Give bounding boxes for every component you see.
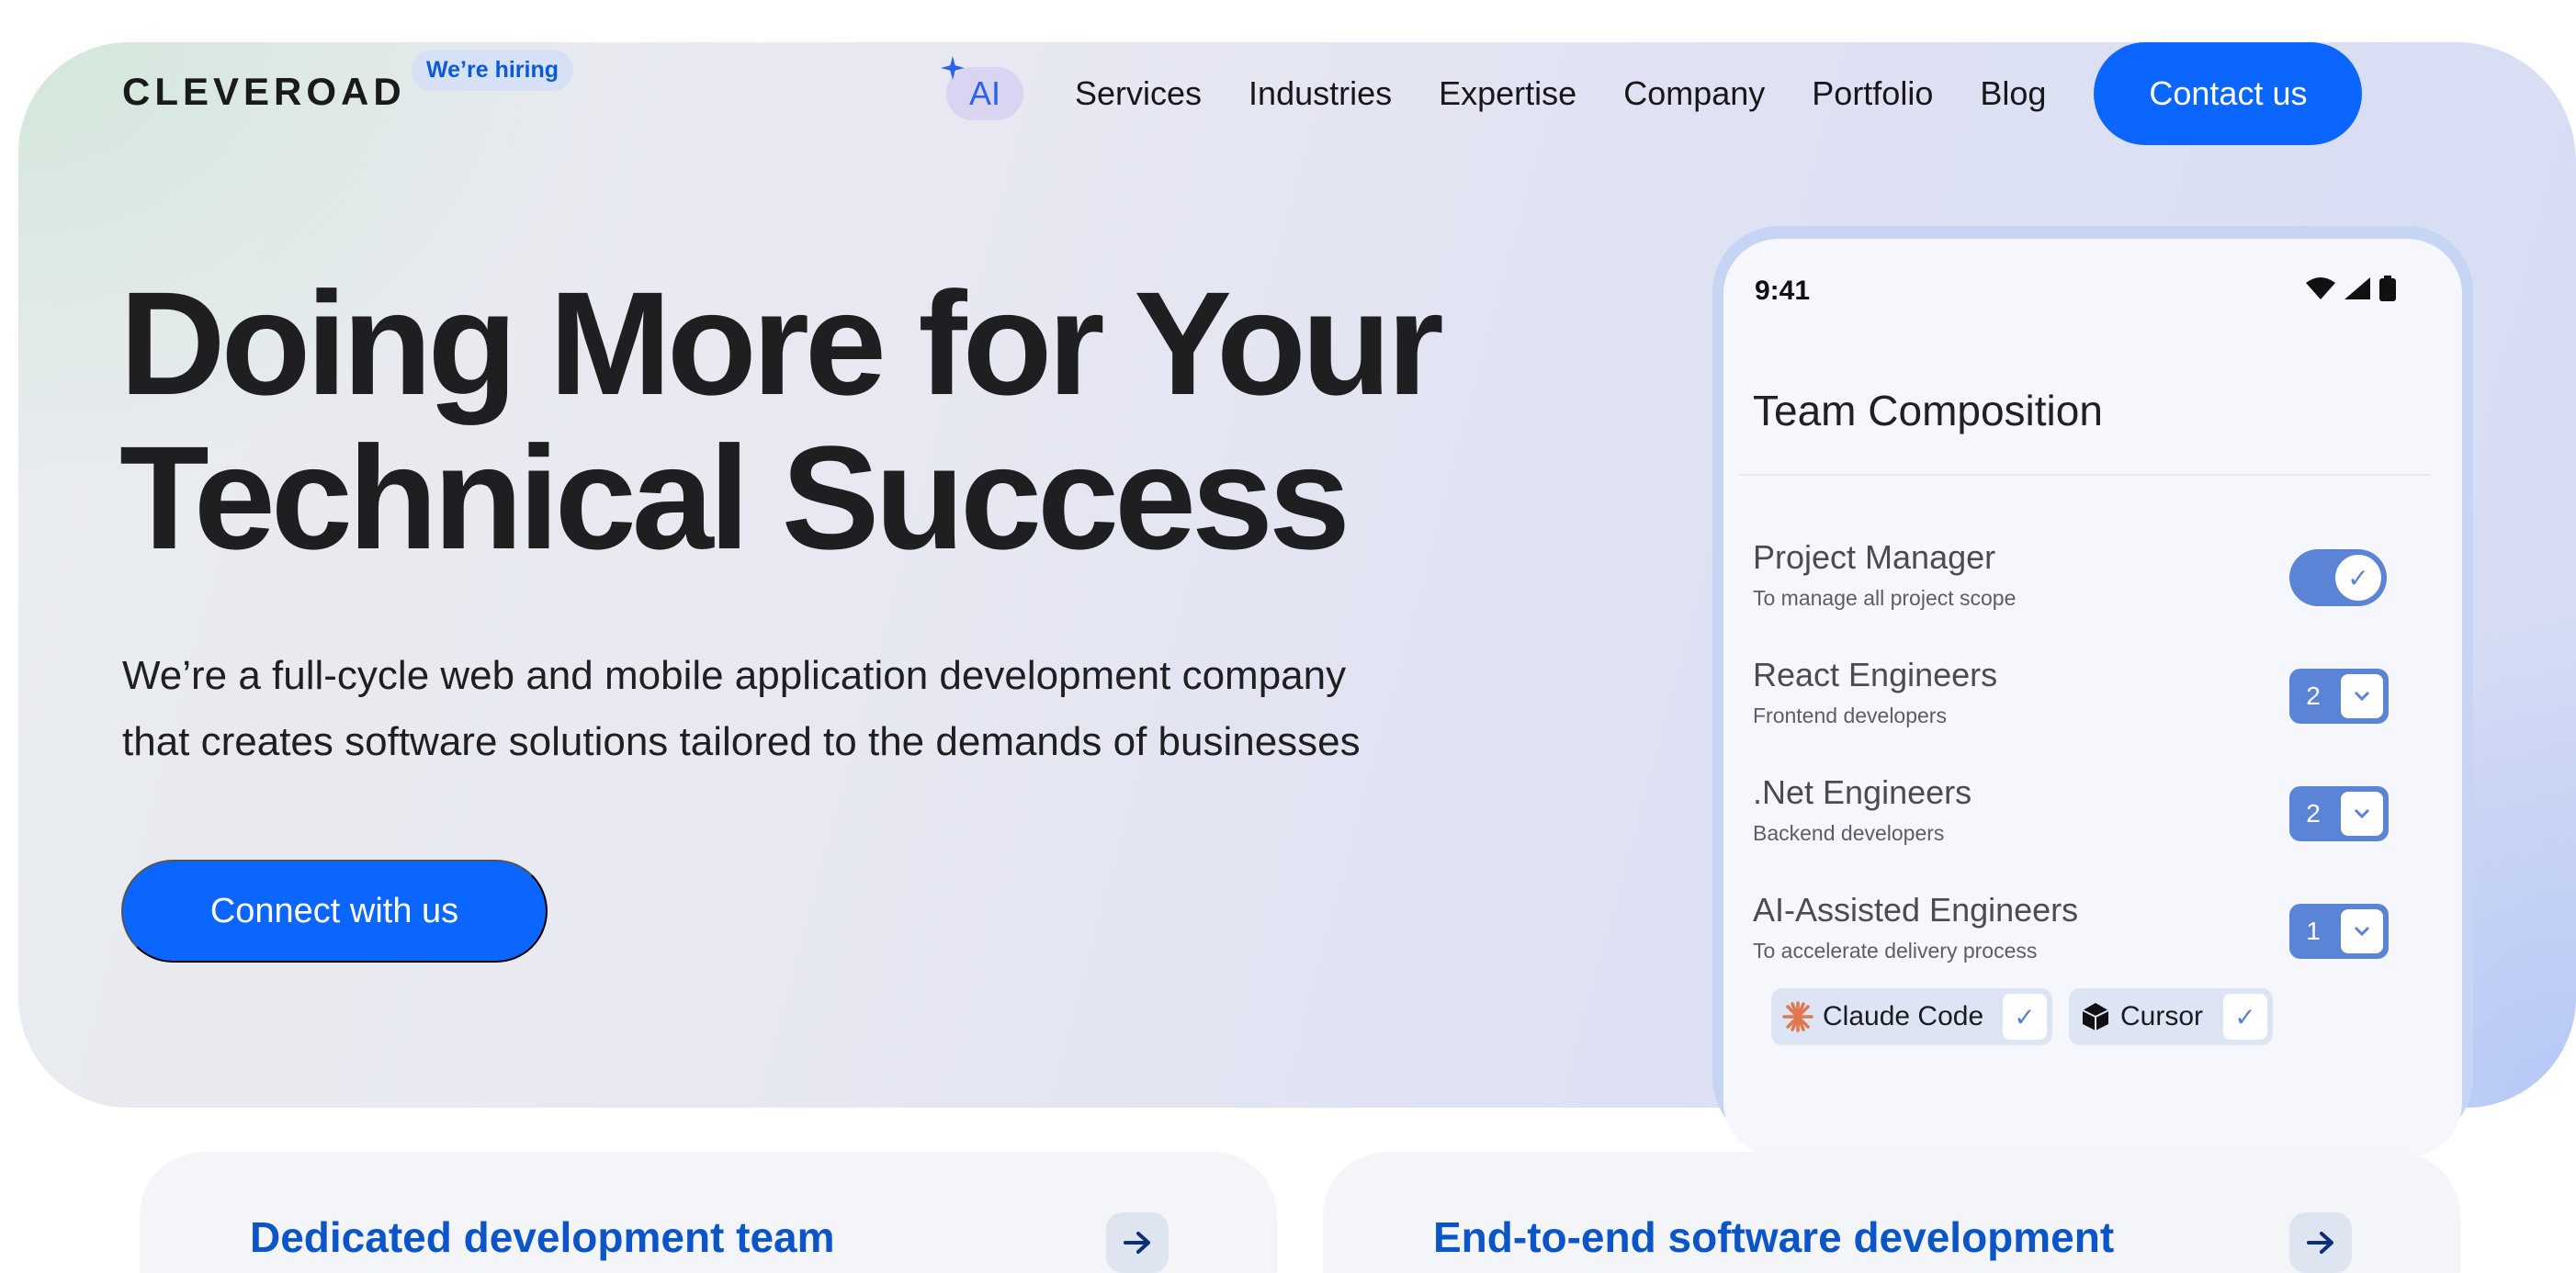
cursor-cube-icon <box>2082 1003 2109 1031</box>
chevron-down-icon <box>2341 792 2383 836</box>
status-icons <box>2306 276 2396 301</box>
ai-engineers-count-select[interactable]: 1 <box>2289 904 2389 959</box>
nav-item-ai-label: AI <box>968 74 1000 112</box>
arrow-right-icon[interactable] <box>2289 1212 2352 1273</box>
ai-engineers-count: 1 <box>2306 917 2321 945</box>
tool-chip-cursor[interactable]: Cursor ✓ <box>2069 988 2273 1045</box>
sparkle-icon <box>941 56 965 80</box>
check-icon: ✓ <box>2003 994 2047 1040</box>
hero-subtitle: We’re a full-cycle web and mobile applic… <box>122 643 1592 775</box>
subtitle-line-1: We’re a full-cycle web and mobile applic… <box>122 653 1347 698</box>
check-icon: ✓ <box>2223 994 2267 1040</box>
role-desc-react-engineers: Frontend developers <box>1753 704 1947 727</box>
status-time: 9:41 <box>1755 276 1811 306</box>
role-title-react-engineers: React Engineers <box>1753 656 1998 693</box>
logo[interactable]: CLEVEROAD <box>122 70 406 114</box>
main-nav: AI Services Industries Expertise Company… <box>941 42 2363 145</box>
role-desc-project-manager: To manage all project scope <box>1753 586 2017 610</box>
net-engineers-count: 2 <box>2306 799 2321 828</box>
nav-item-blog[interactable]: Blog <box>1980 74 2046 113</box>
nav-item-portfolio[interactable]: Portfolio <box>1812 74 1933 113</box>
tool-chip-cursor-label: Cursor <box>2120 1001 2204 1031</box>
service-card-title: Dedicated development team <box>250 1213 835 1261</box>
headline-line-2: Technical Success <box>119 415 1350 580</box>
chevron-down-icon <box>2341 674 2383 718</box>
contact-us-button[interactable]: Contact us <box>2094 42 2363 145</box>
signal-icon <box>2344 277 2370 299</box>
nav-item-expertise[interactable]: Expertise <box>1439 74 1576 113</box>
project-manager-toggle[interactable]: ✓ <box>2289 549 2387 606</box>
title-divider <box>1740 474 2431 476</box>
wifi-icon <box>2306 277 2335 299</box>
role-title-ai-engineers: AI-Assisted Engineers <box>1753 891 2079 929</box>
hero-headline: Doing More for Your Technical Success <box>119 266 1681 575</box>
arrow-right-icon[interactable] <box>1106 1212 1169 1273</box>
nav-item-services[interactable]: Services <box>1075 74 1202 113</box>
team-composition-title: Team Composition <box>1753 387 2103 434</box>
claude-icon <box>1782 1001 1813 1032</box>
subtitle-line-2: that creates software solutions tailored… <box>122 719 1361 764</box>
nav-item-ai[interactable]: AI <box>941 56 1023 120</box>
battery-icon <box>2379 276 2396 301</box>
headline-line-1: Doing More for Your <box>119 261 1444 425</box>
role-desc-ai-engineers: To accelerate delivery process <box>1753 939 2038 963</box>
nav-item-company[interactable]: Company <box>1623 74 1765 113</box>
tool-chip-claude-code-label: Claude Code <box>1823 1001 1984 1031</box>
react-engineers-count-select[interactable]: 2 <box>2289 669 2389 724</box>
role-title-net-engineers: .Net Engineers <box>1753 773 1972 811</box>
tool-chip-claude-code[interactable]: Claude Code ✓ <box>1771 988 2052 1045</box>
service-card-title: End-to-end software development <box>1433 1213 2115 1261</box>
role-desc-net-engineers: Backend developers <box>1753 821 1945 845</box>
net-engineers-count-select[interactable]: 2 <box>2289 786 2389 841</box>
check-icon: ✓ <box>2335 555 2381 601</box>
nav-item-industries[interactable]: Industries <box>1248 74 1392 113</box>
role-title-project-manager: Project Manager <box>1753 538 1996 576</box>
react-engineers-count: 2 <box>2306 682 2321 710</box>
hiring-badge[interactable]: We’re hiring <box>412 50 574 91</box>
chevron-down-icon <box>2341 909 2383 953</box>
connect-with-us-button[interactable]: Connect with us <box>121 860 548 963</box>
